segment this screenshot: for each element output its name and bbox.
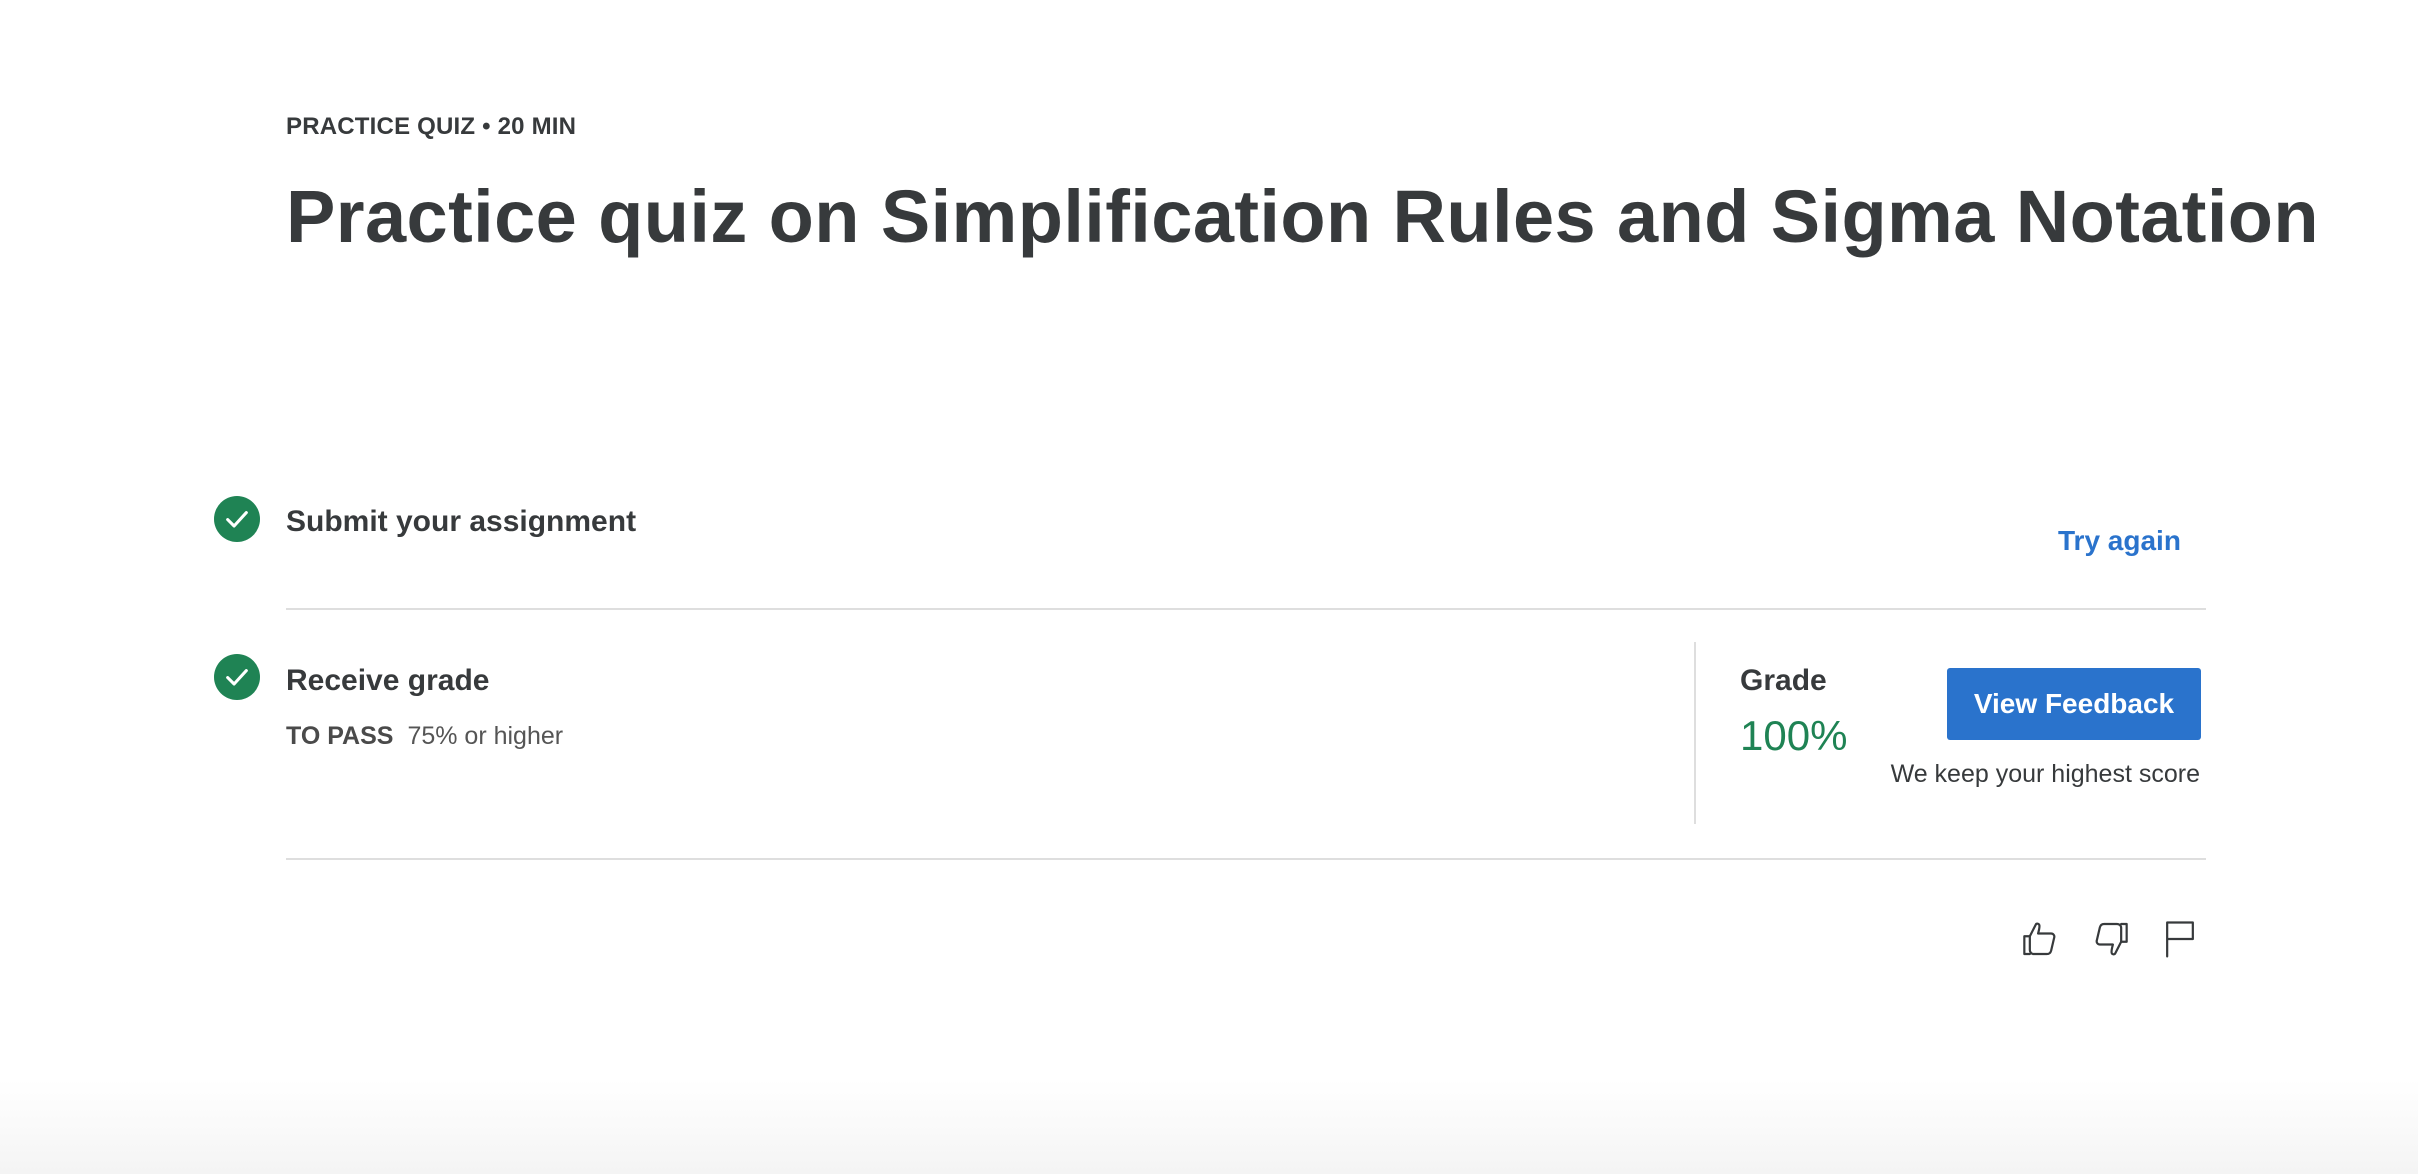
pass-label: TO PASS [286, 722, 394, 750]
divider [286, 858, 2206, 860]
check-circle-icon [214, 654, 260, 700]
passing-requirement: TO PASS 75% or higher [286, 722, 563, 751]
try-again-link[interactable]: Try again [2058, 525, 2181, 557]
step-title: Submit your assignment [286, 505, 637, 538]
pass-value: 75% or higher [407, 722, 564, 750]
divider [286, 608, 2206, 610]
view-feedback-button[interactable]: View Feedback [1947, 668, 2201, 740]
grade-label: Grade [1740, 664, 1827, 697]
flag-icon[interactable] [2156, 915, 2204, 963]
check-circle-icon [214, 496, 260, 542]
highest-score-note: We keep your highest score [1890, 760, 2200, 788]
page-title: Practice quiz on Simplification Rules an… [286, 175, 2320, 258]
quiz-type-duration: PRACTICE QUIZ • 20 MIN [286, 113, 577, 140]
thumbs-up-icon[interactable] [2015, 915, 2063, 963]
step-title: Receive grade [286, 664, 490, 697]
thumbs-down-icon[interactable] [2088, 915, 2136, 963]
vertical-divider [1694, 642, 1696, 824]
grade-value: 100% [1740, 712, 1848, 759]
